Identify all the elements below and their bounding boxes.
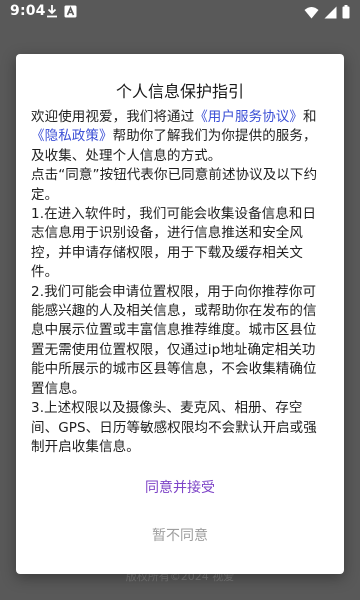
user-agreement-link[interactable]: 《用户服务协议》 <box>194 109 303 125</box>
accept-button[interactable]: 同意并接受 <box>16 472 344 502</box>
privacy-dialog: 个人信息保护指引 欢迎使用视爱，我们将通过《用户服务协议》和《隐私政策》帮助你了… <box>16 54 344 574</box>
battery-icon <box>342 5 350 23</box>
app-notification-icon <box>64 5 77 22</box>
status-bar: 9:04 <box>0 0 360 24</box>
clause-2: 2.我们可能会申请位置权限，用于向你推荐你可能感兴趣的人及相关信息，或帮助你在发… <box>31 283 317 397</box>
status-right-icons <box>304 5 350 23</box>
clause-3: 3.上述权限以及摄像头、麦克风、相册、存空间、GPS、日历等敏感权限均不会默认开… <box>31 400 317 455</box>
status-left-icons <box>46 4 77 22</box>
intro-paragraph: 欢迎使用视爱，我们将通过《用户服务协议》和《隐私政策》帮助你了解我们为你提供的服… <box>31 108 329 166</box>
cellular-signal-icon <box>324 6 337 23</box>
wifi-icon <box>304 6 319 23</box>
dialog-title: 个人信息保护指引 <box>115 82 244 101</box>
intro-and: 和 <box>303 109 317 125</box>
decline-button[interactable]: 暂不同意 <box>16 520 344 550</box>
status-time: 9:04 <box>10 3 46 19</box>
privacy-policy-link[interactable]: 《隐私政策》 <box>31 128 113 144</box>
clause-1: 1.在进入软件时，我们可能会收集设备信息和日志信息用于识别设备，进行信息推送和安… <box>31 206 317 281</box>
download-icon <box>46 4 58 22</box>
consent-notice: 点击“同意”按钮代表你已同意前述协议及以下约定。 <box>31 167 318 203</box>
intro-prefix: 欢迎使用视爱，我们将通过 <box>31 109 195 125</box>
dialog-body: 欢迎使用视爱，我们将通过《用户服务协议》和《隐私政策》帮助你了解我们为你提供的服… <box>31 108 329 457</box>
